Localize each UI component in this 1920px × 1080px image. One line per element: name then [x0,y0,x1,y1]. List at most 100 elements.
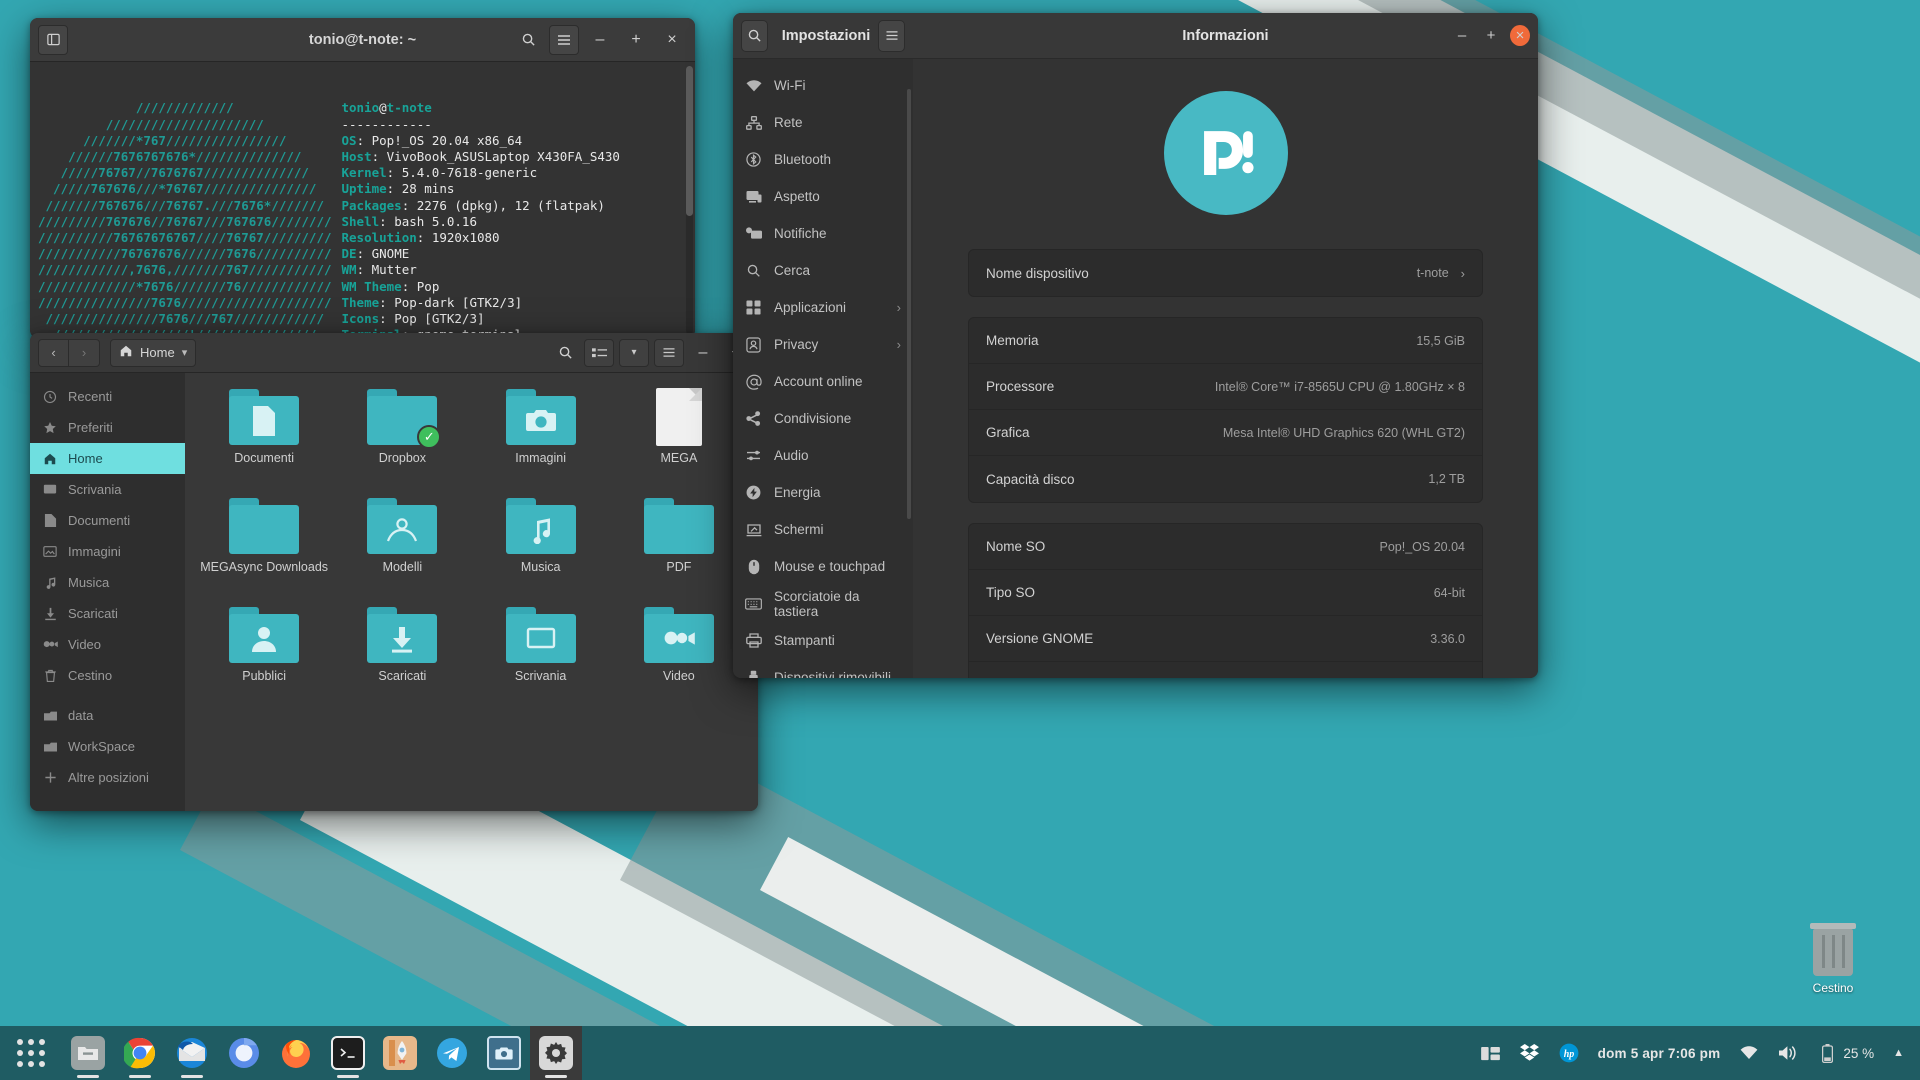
settings-sidebar-item-schermi[interactable]: Schermi [733,511,913,548]
search-icon[interactable] [741,19,768,52]
battery-icon[interactable] [1817,1043,1837,1063]
app-grid-icon[interactable] [0,1026,62,1080]
sidebar-item-video[interactable]: Video [30,629,185,660]
settings-sidebar-item-scorciatoie-da-tastiera[interactable]: Scorciatoie da tastiera [733,585,913,622]
settings-sidebar-item-audio[interactable]: Audio [733,437,913,474]
terminal-scrollbar[interactable] [686,66,693,334]
sidebar-item-recenti[interactable]: Recenti [30,381,185,412]
file-item[interactable]: MEGAsync Downloads [195,498,333,603]
keyboard-tray-icon[interactable] [1481,1043,1501,1063]
file-item[interactable]: MEGA [610,388,748,494]
forward-button[interactable]: › [69,338,100,367]
volume-icon[interactable] [1778,1043,1798,1063]
terminal-output[interactable]: ///////////// ///////////////////// ////… [30,62,695,338]
dock-app-app-store[interactable] [374,1026,426,1080]
sidebar-item-data[interactable]: data [30,700,185,731]
maximize-button[interactable]: + [1481,27,1501,44]
sidebar-item-altre-posizioni[interactable]: Altre posizioni [30,762,185,793]
chevron-down-icon[interactable]: ▾ [182,346,188,359]
sidebar-item-musica[interactable]: Musica [30,567,185,598]
file-item[interactable]: Documenti [195,389,333,494]
minimize-button[interactable]: – [1452,27,1472,44]
hamburger-icon[interactable] [878,19,905,52]
settings-sidebar[interactable]: Wi-Fi Rete Bluetooth Aspetto Notifiche Cerca A… [733,59,913,678]
dock-app-thunderbird[interactable] [166,1026,218,1080]
sidebar-item-label: Musica [68,575,110,590]
settings-sidebar-item-privacy[interactable]: Privacy › [733,326,913,363]
file-item[interactable]: PDF [610,498,748,603]
file-item[interactable]: Musica [472,498,610,603]
sidebar-item-immagini[interactable]: Immagini [30,536,185,567]
sidebar-scrollbar[interactable] [907,89,911,519]
settings-sidebar-item-applicazioni[interactable]: Applicazioni › [733,289,913,326]
settings-sidebar-item-notifiche[interactable]: Notifiche [733,215,913,252]
settings-sidebar-item-cerca[interactable]: Cerca [733,252,913,289]
settings-sidebar-item-mouse-e-touchpad[interactable]: Mouse e touchpad [733,548,913,585]
file-item[interactable]: Pubblici [195,607,333,712]
file-item[interactable]: Immagini [472,389,610,494]
back-button[interactable]: ‹ [38,338,69,367]
file-manager-grid[interactable]: Documenti ✓ Dropbox Immagini MEGA MEGAsync Do… [185,373,758,811]
file-item[interactable]: Video [610,607,748,712]
desktop-trash-icon[interactable]: Cestino [1794,923,1872,995]
hamburger-icon[interactable] [549,24,579,55]
settings-sidebar-item-aspetto[interactable]: Aspetto [733,178,913,215]
sidebar-item-preferiti[interactable]: Preferiti [30,412,185,443]
view-options-dropdown[interactable]: ▾ [619,338,649,367]
dock-app-terminal[interactable] [322,1026,374,1080]
close-button[interactable]: × [1510,25,1530,46]
dock-app-files[interactable] [62,1026,114,1080]
expand-tray-icon[interactable]: ▲ [1893,1047,1904,1059]
terminal-window[interactable]: tonio@t-note: ~ – + × ///////////// ////… [30,18,695,338]
list-view-icon[interactable] [584,338,614,367]
minimize-button[interactable]: – [689,339,717,367]
sidebar-item-scrivania[interactable]: Scrivania [30,474,185,505]
file-item[interactable]: Scaricati [333,607,471,712]
dock-app-screenshot[interactable] [478,1026,530,1080]
wifi-icon[interactable] [1739,1043,1759,1063]
dock-app-settings[interactable] [530,1026,582,1080]
terminal-titlebar[interactable]: tonio@t-note: ~ – + × [30,18,695,62]
sidebar-item-workspace[interactable]: WorkSpace [30,731,185,762]
maximize-button[interactable]: + [621,25,651,55]
settings-window[interactable]: Impostazioni Informazioni – + × Wi-Fi Ret… [733,13,1538,678]
sidebar-item-scaricati[interactable]: Scaricati [30,598,185,629]
clock[interactable]: dom 5 apr 7:06 pm [1598,1046,1721,1061]
hamburger-icon[interactable] [654,338,684,367]
dock-app-telegram[interactable] [426,1026,478,1080]
taskbar[interactable]: hp dom 5 apr 7:06 pm 25 % ▲ [0,1026,1920,1080]
settings-sidebar-item-stampanti[interactable]: Stampanti [733,622,913,659]
dock-app-chromium[interactable] [218,1026,270,1080]
file-item[interactable]: Modelli [333,498,471,603]
system-tray[interactable]: hp dom 5 apr 7:06 pm 25 % ▲ [1481,1043,1920,1063]
hp-tray-icon[interactable]: hp [1559,1043,1579,1063]
settings-sidebar-item-energia[interactable]: Energia [733,474,913,511]
breadcrumb[interactable]: Home ▾ [110,338,197,367]
chevron-right-icon: › [1460,265,1465,281]
sidebar-item-documenti[interactable]: Documenti [30,505,185,536]
sidebar-item-cestino[interactable]: Cestino [30,660,185,691]
dock-app-chrome[interactable] [114,1026,166,1080]
terminal-new-tab-icon[interactable] [38,24,68,55]
dropbox-tray-icon[interactable] [1520,1043,1540,1063]
settings-row[interactable]: Nome dispositivo t-note › [969,250,1482,296]
minimize-button[interactable]: – [585,25,615,55]
settings-sidebar-item-rete[interactable]: Rete [733,104,913,141]
search-icon[interactable] [551,339,579,367]
file-manager-window[interactable]: ‹ › Home ▾ ▾ – Recenti Preferiti Home Sc… [30,333,758,811]
file-manager-titlebar[interactable]: ‹ › Home ▾ ▾ – [30,333,758,373]
settings-sidebar-item-account-online[interactable]: Account online [733,363,913,400]
settings-sidebar-item-wi-fi[interactable]: Wi-Fi [733,67,913,104]
dock-app-firefox[interactable] [270,1026,322,1080]
file-item[interactable]: ✓ Dropbox [333,389,471,494]
settings-row: Nome SO Pop!_OS 20.04 [969,524,1482,570]
dock-apps[interactable] [0,1026,582,1080]
settings-sidebar-item-bluetooth[interactable]: Bluetooth [733,141,913,178]
settings-sidebar-item-dispositivi-rimovibili[interactable]: Dispositivi rimovibili [733,659,913,678]
settings-sidebar-item-condivisione[interactable]: Condivisione [733,400,913,437]
download-icon [42,607,58,621]
close-button[interactable]: × [657,25,687,55]
file-item[interactable]: Scrivania [472,607,610,712]
sidebar-item-home[interactable]: Home [30,443,185,474]
search-icon[interactable] [513,25,543,55]
